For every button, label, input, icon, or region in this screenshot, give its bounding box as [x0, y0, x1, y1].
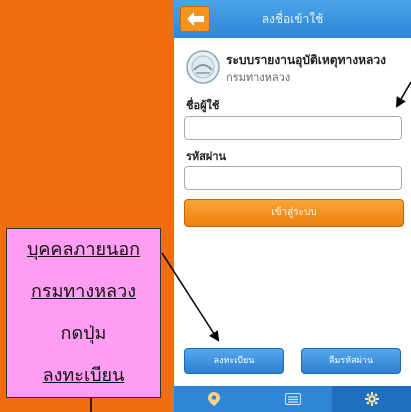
pointer-arrow-register [161, 252, 220, 342]
annotation-arrows [90, 81, 411, 412]
pointer-arrow-header [395, 81, 411, 108]
